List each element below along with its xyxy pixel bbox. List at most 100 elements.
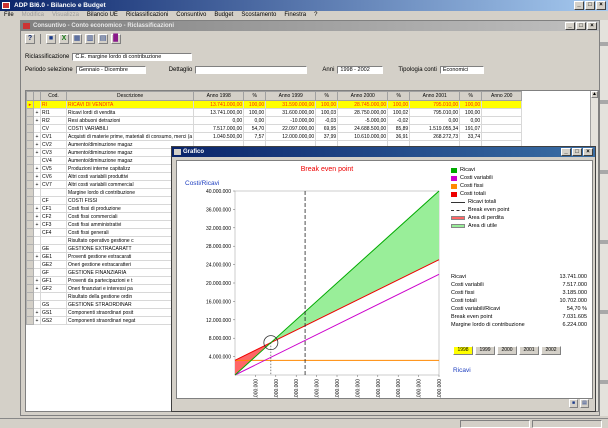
row-indicator[interactable] — [26, 116, 34, 125]
expand-toggle[interactable]: + — [33, 308, 41, 317]
row-indicator[interactable] — [26, 244, 34, 253]
expand-toggle[interactable]: + — [33, 276, 41, 285]
child-close-button[interactable]: × — [587, 22, 597, 30]
expand-toggle[interactable]: + — [33, 140, 41, 149]
help-icon[interactable]: ? — [25, 34, 35, 44]
anni-field[interactable]: 1998 - 2002 — [337, 65, 384, 74]
expand-toggle[interactable]: + — [33, 220, 41, 229]
menu-item[interactable]: File — [4, 11, 14, 20]
row-indicator[interactable]: ▸ — [26, 100, 34, 109]
expand-toggle[interactable]: + — [33, 252, 41, 261]
table-row[interactable]: ▸ RI RICAVI DI VENDITA 13.741.000,00 100,00 3… — [26, 100, 523, 109]
row-indicator[interactable] — [26, 196, 34, 205]
row-indicator[interactable] — [26, 108, 34, 117]
column-header[interactable]: Cod. — [40, 91, 67, 101]
periodo-field[interactable]: Gennaio - Dicembre — [75, 65, 146, 74]
expand-toggle[interactable]: + — [33, 204, 41, 213]
row-indicator[interactable] — [26, 132, 34, 141]
row-indicator[interactable] — [26, 252, 34, 261]
menu-item[interactable]: Riclassificazioni — [126, 11, 168, 20]
expand-toggle[interactable] — [33, 124, 41, 133]
dialog-close-button[interactable]: × — [583, 148, 593, 156]
row-indicator[interactable] — [26, 236, 34, 245]
columns-icon[interactable]: ▤ — [98, 34, 108, 44]
close-button[interactable]: × — [596, 1, 606, 10]
row-indicator[interactable] — [26, 156, 34, 165]
expand-toggle[interactable] — [33, 100, 41, 109]
chart-icon[interactable]: ▥ — [85, 34, 95, 44]
year-button[interactable]: 2002 — [541, 346, 561, 355]
menu-item[interactable]: Finestra — [284, 11, 306, 20]
dialog-maximize-button[interactable]: □ — [572, 148, 582, 156]
table-row[interactable]: + RI1 Ricavi lordi di vendita 13.741.000,00… — [26, 108, 523, 117]
row-indicator[interactable] — [26, 212, 34, 221]
dettaglio-field[interactable] — [195, 65, 308, 74]
row-indicator[interactable] — [26, 172, 34, 181]
year-button[interactable]: 2000 — [497, 346, 517, 355]
expand-toggle[interactable] — [33, 228, 41, 237]
child-maximize-button[interactable]: □ — [576, 22, 586, 30]
row-indicator[interactable] — [26, 284, 34, 293]
column-header[interactable]: Anno 2000 — [337, 91, 389, 101]
dialog-minimize-button[interactable]: _ — [561, 148, 571, 156]
column-header[interactable]: Anno 2001 — [409, 91, 461, 101]
maximize-button[interactable]: □ — [585, 1, 595, 10]
minimize-button[interactable]: _ — [574, 1, 584, 10]
expand-toggle[interactable] — [33, 156, 41, 165]
row-indicator[interactable] — [26, 260, 34, 269]
column-header[interactable]: % — [459, 91, 483, 101]
expand-toggle[interactable]: + — [33, 172, 41, 181]
table-icon[interactable]: ▦ — [72, 34, 82, 44]
expand-toggle[interactable]: + — [33, 212, 41, 221]
expand-toggle[interactable]: + — [33, 284, 41, 293]
expand-toggle[interactable]: + — [33, 148, 41, 157]
expand-toggle[interactable] — [33, 188, 41, 197]
scroll-up-icon[interactable]: ▲ — [591, 91, 598, 98]
row-indicator[interactable] — [26, 140, 34, 149]
child-minimize-button[interactable]: _ — [565, 22, 575, 30]
expand-toggle[interactable]: + — [33, 132, 41, 141]
expand-toggle[interactable] — [33, 300, 41, 309]
expand-toggle[interactable] — [33, 260, 41, 269]
menu-item[interactable]: Scostamento — [241, 11, 276, 20]
expand-toggle[interactable]: + — [33, 108, 41, 117]
expand-toggle[interactable]: + — [33, 164, 41, 173]
expand-toggle[interactable] — [33, 268, 41, 277]
row-indicator[interactable] — [26, 188, 34, 197]
column-header[interactable]: % — [315, 91, 339, 101]
column-header[interactable]: Descrizione — [65, 91, 195, 101]
column-header[interactable]: Anno 1998 — [193, 91, 245, 101]
menu-item[interactable]: Modifica — [22, 11, 44, 20]
row-indicator[interactable] — [26, 220, 34, 229]
riclassificazione-field[interactable]: C.E. margine lordo di contribuzione — [72, 52, 193, 61]
expand-toggle[interactable]: + — [33, 316, 41, 325]
menu-item[interactable]: Visualizza — [52, 11, 79, 20]
row-indicator[interactable] — [26, 180, 34, 189]
row-indicator[interactable] — [26, 204, 34, 213]
expand-toggle[interactable]: + — [33, 116, 41, 125]
save-icon[interactable]: ■ — [46, 34, 56, 44]
tipologia-field[interactable]: Economici — [439, 65, 484, 74]
expand-toggle[interactable] — [33, 244, 41, 253]
row-indicator[interactable] — [26, 276, 34, 285]
table-row[interactable]: + RI2 Resi abbuoni detrazioni 0,00 0,00 -10.0… — [26, 116, 523, 125]
save-chart-icon[interactable]: ■ — [569, 399, 578, 408]
excel-export-icon[interactable]: X — [59, 34, 69, 44]
row-indicator[interactable] — [26, 268, 34, 277]
row-indicator[interactable] — [26, 164, 34, 173]
row-indicator[interactable] — [26, 316, 34, 325]
expand-toggle[interactable]: + — [33, 180, 41, 189]
menu-item[interactable]: Consuntivo — [176, 11, 206, 20]
row-indicator[interactable] — [26, 308, 34, 317]
row-indicator[interactable] — [26, 292, 34, 301]
year-button[interactable]: 2001 — [519, 346, 539, 355]
row-indicator[interactable] — [26, 228, 34, 237]
year-button[interactable]: 1999 — [475, 346, 495, 355]
graph-icon[interactable]: ▉ — [111, 34, 121, 44]
expand-toggle[interactable] — [33, 236, 41, 245]
row-indicator[interactable] — [26, 148, 34, 157]
row-indicator[interactable] — [26, 300, 34, 309]
table-row[interactable]: CV COSTI VARIABILI 7.517.000,00 54,70 22.097… — [26, 124, 523, 133]
row-indicator[interactable] — [26, 124, 34, 133]
column-header[interactable]: Anno 1999 — [265, 91, 317, 101]
